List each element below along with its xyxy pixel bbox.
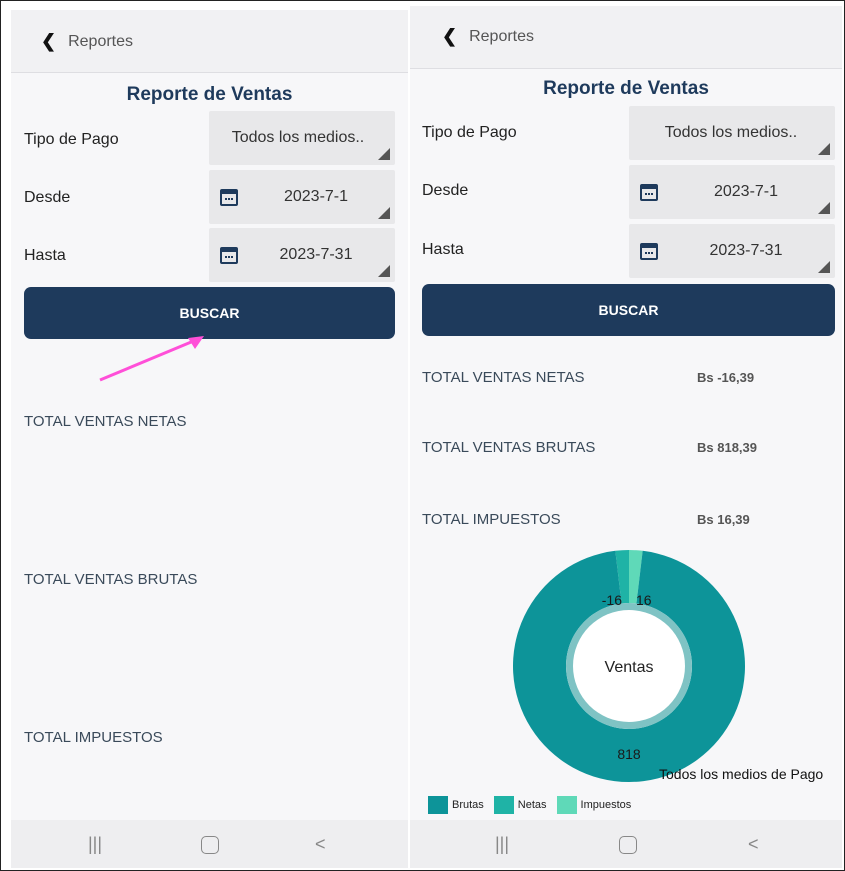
chart-legend: Brutas Netas Impuestos [428, 796, 631, 814]
dropdown-corner-icon [818, 202, 830, 214]
total-brutas-label: TOTAL VENTAS BRUTAS [24, 571, 198, 588]
total-brutas-value: Bs 818,39 [697, 440, 757, 455]
desde-value: 2023-7-1 [713, 183, 779, 200]
back-icon[interactable]: < [748, 834, 759, 855]
total-netas-label: TOTAL VENTAS NETAS [24, 413, 187, 430]
chart-title: Ventas [605, 659, 654, 676]
chevron-left-icon: ❮ [41, 31, 57, 51]
back-link[interactable]: ❮ Reportes [442, 26, 534, 47]
recent-apps-icon[interactable]: ||| [495, 834, 509, 855]
system-nav-bar: ||| < [410, 820, 842, 868]
slice-label-impuestos: 16 [636, 592, 652, 608]
desde-date-field[interactable]: 2023-7-1 [629, 165, 835, 219]
legend-label-brutas: Brutas [452, 799, 484, 811]
tipo-pago-select[interactable]: Todos los medios.. [629, 106, 835, 160]
dropdown-corner-icon [378, 148, 390, 160]
legend-swatch-impuestos [556, 796, 577, 814]
desde-label: Desde [24, 189, 71, 206]
legend-swatch-brutas [428, 796, 448, 814]
right-phone-screen: ❮ Reportes Reporte de Ventas Tipo de Pag… [410, 6, 842, 868]
dropdown-corner-icon [818, 261, 830, 273]
total-netas-label: TOTAL VENTAS NETAS [422, 369, 585, 386]
hasta-value: 2023-7-31 [279, 246, 353, 263]
top-app-bar: ❮ Reportes [11, 10, 408, 73]
home-icon[interactable] [619, 836, 637, 854]
page-title: Reporte de Ventas [543, 78, 709, 99]
buscar-button[interactable]: BUSCAR [422, 284, 835, 336]
hasta-date-field[interactable]: 2023-7-31 [629, 224, 835, 278]
total-impuestos-label: TOTAL IMPUESTOS [24, 729, 163, 746]
chart-caption: Todos los medios de Pago [659, 766, 823, 782]
hasta-label: Hasta [24, 247, 66, 264]
back-link[interactable]: ❮ Reportes [41, 31, 133, 52]
dropdown-corner-icon [818, 143, 830, 155]
left-phone-screen: ❮ Reportes Reporte de Ventas Tipo de Pag… [11, 10, 408, 868]
dropdown-corner-icon [378, 207, 390, 219]
tipo-pago-label: Tipo de Pago [422, 124, 517, 141]
slice-label-brutas: 818 [617, 746, 641, 762]
hasta-date-field[interactable]: 2023-7-31 [209, 228, 395, 282]
system-nav-bar: ||| < [11, 820, 408, 868]
desde-label: Desde [422, 182, 469, 199]
calendar-icon [220, 189, 238, 206]
hasta-value: 2023-7-31 [709, 242, 783, 259]
calendar-icon [640, 243, 658, 260]
legend-label-impuestos: Impuestos [580, 799, 632, 811]
legend-label-netas: Netas [517, 799, 547, 811]
hasta-label: Hasta [422, 241, 464, 258]
top-app-bar: ❮ Reportes [410, 6, 842, 69]
calendar-icon [640, 184, 658, 201]
ventas-donut-chart: Ventas -16 16 818 Todos los medios de Pago [513, 550, 823, 782]
desde-date-field[interactable]: 2023-7-1 [209, 170, 395, 224]
desde-value: 2023-7-1 [283, 188, 349, 205]
back-label: Reportes [469, 27, 535, 45]
home-icon[interactable] [201, 836, 219, 854]
dropdown-corner-icon [378, 265, 390, 277]
total-brutas-label: TOTAL VENTAS BRUTAS [422, 439, 596, 456]
page-title: Reporte de Ventas [126, 84, 293, 105]
total-netas-value: Bs -16,39 [697, 370, 755, 385]
recent-apps-icon[interactable]: ||| [88, 834, 102, 855]
total-impuestos-value: Bs 16,39 [697, 512, 750, 527]
back-icon[interactable]: < [315, 834, 326, 855]
calendar-icon [220, 247, 238, 264]
chevron-left-icon: ❮ [442, 26, 458, 46]
tipo-pago-select[interactable]: Todos los medios.. [209, 111, 395, 165]
legend-swatch-netas [493, 796, 514, 814]
back-label: Reportes [68, 32, 134, 50]
total-impuestos-label: TOTAL IMPUESTOS [422, 511, 561, 528]
tipo-pago-value: Todos los medios.. [664, 124, 798, 141]
annotation-arrow-icon [99, 336, 204, 382]
slice-label-netas: -16 [602, 592, 622, 608]
tipo-pago-label: Tipo de Pago [24, 131, 119, 148]
tipo-pago-value: Todos los medios.. [231, 129, 365, 146]
